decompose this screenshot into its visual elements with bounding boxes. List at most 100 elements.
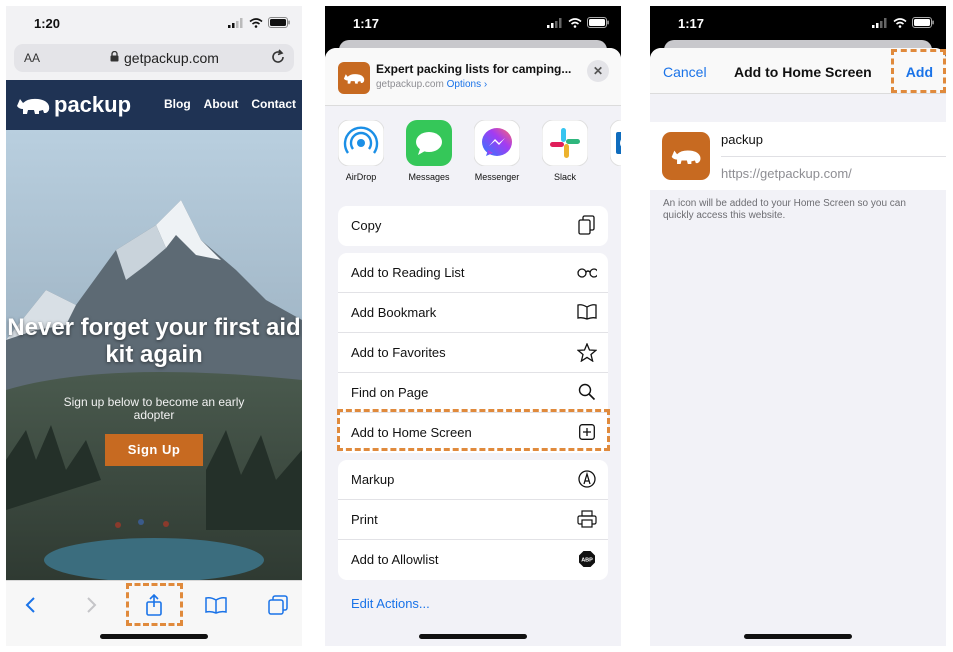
- actions-group-extra: Markup Print Add to Allowlist ABP: [338, 460, 608, 580]
- wifi-icon: [893, 17, 907, 28]
- action-label: Find on Page: [351, 385, 429, 400]
- share-header: Expert packing lists for camping... getp…: [325, 48, 621, 106]
- markup-icon: [577, 469, 597, 489]
- text-size-button[interactable]: AA: [24, 51, 40, 65]
- airdrop-icon: [338, 120, 384, 166]
- action-markup[interactable]: Markup: [338, 460, 608, 500]
- signal-icon: [547, 17, 562, 28]
- divider: [721, 156, 946, 157]
- action-label: Add Bookmark: [351, 305, 437, 320]
- share-apps-row: AirDrop Messages Messenger Slack: [325, 120, 621, 192]
- actions-group-main: Add to Reading List Add Bookmark Add to …: [338, 253, 608, 453]
- hero-section: Never forget your first aid kit again Si…: [6, 130, 302, 580]
- bookmark-card: packup https://getpackup.com/: [650, 122, 946, 190]
- action-label: Markup: [351, 472, 395, 487]
- home-indicator: [100, 634, 208, 639]
- site-logo-text[interactable]: packup: [54, 92, 131, 118]
- status-bar: 1:17: [325, 6, 621, 40]
- site-navbar: packup Blog About Contact: [6, 80, 302, 130]
- options-link[interactable]: Options ›: [447, 79, 488, 90]
- sign-up-button[interactable]: Sign Up: [105, 434, 203, 466]
- nav-about[interactable]: About: [204, 97, 239, 111]
- action-copy[interactable]: Copy: [338, 206, 608, 246]
- rhino-logo-icon: [662, 132, 710, 180]
- app-label: AirDrop: [345, 172, 377, 182]
- battery-icon: [268, 17, 290, 28]
- wifi-icon: [568, 17, 582, 28]
- forward-icon[interactable]: [77, 593, 107, 617]
- outlook-icon: [610, 120, 621, 166]
- nav-blog[interactable]: Blog: [164, 97, 191, 111]
- action-label: Print: [351, 512, 378, 527]
- name-field[interactable]: packup: [721, 132, 763, 147]
- nav-contact[interactable]: Contact: [251, 97, 296, 111]
- app-messenger[interactable]: Messenger: [467, 120, 527, 182]
- signal-icon: [228, 17, 243, 28]
- app-messages[interactable]: Messages: [399, 120, 459, 182]
- add-home-sheet: Cancel Add to Home Screen Add packup htt…: [650, 48, 946, 646]
- sheet-title: Add to Home Screen: [734, 64, 872, 80]
- messenger-icon: [474, 120, 520, 166]
- tabs-icon[interactable]: [263, 593, 293, 617]
- svg-text:ABP: ABP: [581, 558, 593, 564]
- status-icons: [547, 17, 609, 28]
- close-icon[interactable]: ✕: [587, 60, 609, 82]
- lock-icon: [110, 50, 119, 65]
- app-slack[interactable]: Slack: [535, 120, 595, 182]
- status-time: 1:17: [678, 16, 705, 31]
- webpage: packup Blog About Contact Never forget y…: [6, 80, 302, 580]
- action-add-to-allowlist[interactable]: Add to Allowlist ABP: [338, 540, 608, 580]
- battery-icon: [912, 17, 934, 28]
- status-icons: [872, 17, 934, 28]
- action-label: Copy: [351, 218, 382, 233]
- action-label: Add to Home Screen: [351, 425, 472, 440]
- star-icon: [577, 342, 597, 362]
- home-indicator: [744, 634, 852, 639]
- action-label: Add to Favorites: [351, 345, 446, 360]
- abp-icon: ABP: [577, 549, 597, 569]
- share-sheet-screen: 1:17 Expert packing lists for camping...…: [325, 6, 621, 646]
- action-add-to-home-screen[interactable]: Add to Home Screen: [338, 413, 608, 453]
- slack-icon: [542, 120, 588, 166]
- rhino-logo-icon[interactable]: [14, 94, 52, 121]
- share-page-title: Expert packing lists for camping...: [376, 62, 572, 76]
- action-add-to-reading-list[interactable]: Add to Reading List: [338, 253, 608, 293]
- url-domain[interactable]: getpackup.com: [124, 50, 219, 66]
- app-outlook[interactable]: O: [603, 120, 621, 182]
- site-nav-links: Blog About Contact: [164, 97, 296, 111]
- action-add-to-favorites[interactable]: Add to Favorites: [338, 333, 608, 373]
- app-label: Slack: [553, 172, 576, 182]
- share-domain: getpackup.com: [376, 79, 444, 90]
- share-icon[interactable]: [139, 593, 169, 617]
- edit-actions-link[interactable]: Edit Actions...: [351, 596, 430, 611]
- rhino-logo-icon: [338, 62, 370, 94]
- add-to-home-screen: 1:17 Cancel Add to Home Screen Add packu…: [650, 6, 946, 646]
- signal-icon: [872, 17, 887, 28]
- battery-icon: [587, 17, 609, 28]
- status-time: 1:17: [353, 16, 380, 31]
- safari-screen: 1:20 AA getpackup.com packup Blog About …: [6, 6, 302, 646]
- back-icon[interactable]: [15, 593, 45, 617]
- action-find-on-page[interactable]: Find on Page: [338, 373, 608, 413]
- add-button[interactable]: Add: [906, 64, 933, 80]
- add-home-header: Cancel Add to Home Screen Add: [650, 48, 946, 94]
- action-label: Add to Reading List: [351, 265, 465, 280]
- address-bar[interactable]: AA getpackup.com: [14, 44, 294, 72]
- printer-icon: [577, 509, 597, 529]
- copy-icon: [577, 215, 597, 235]
- reload-icon[interactable]: [270, 48, 286, 71]
- bookmarks-icon[interactable]: [201, 593, 231, 617]
- action-add-bookmark[interactable]: Add Bookmark: [338, 293, 608, 333]
- home-indicator: [419, 634, 527, 639]
- share-page-subtitle: getpackup.com Options ›: [376, 79, 487, 90]
- app-airdrop[interactable]: AirDrop: [331, 120, 391, 182]
- status-bar: 1:20: [6, 6, 302, 40]
- plus-square-icon: [577, 422, 597, 442]
- messages-icon: [406, 120, 452, 166]
- hero-title: Never forget your first aid kit again: [7, 314, 301, 368]
- app-label: O: [603, 172, 621, 182]
- book-icon: [577, 302, 597, 322]
- cancel-button[interactable]: Cancel: [663, 64, 707, 80]
- status-icons: [228, 17, 290, 28]
- action-print[interactable]: Print: [338, 500, 608, 540]
